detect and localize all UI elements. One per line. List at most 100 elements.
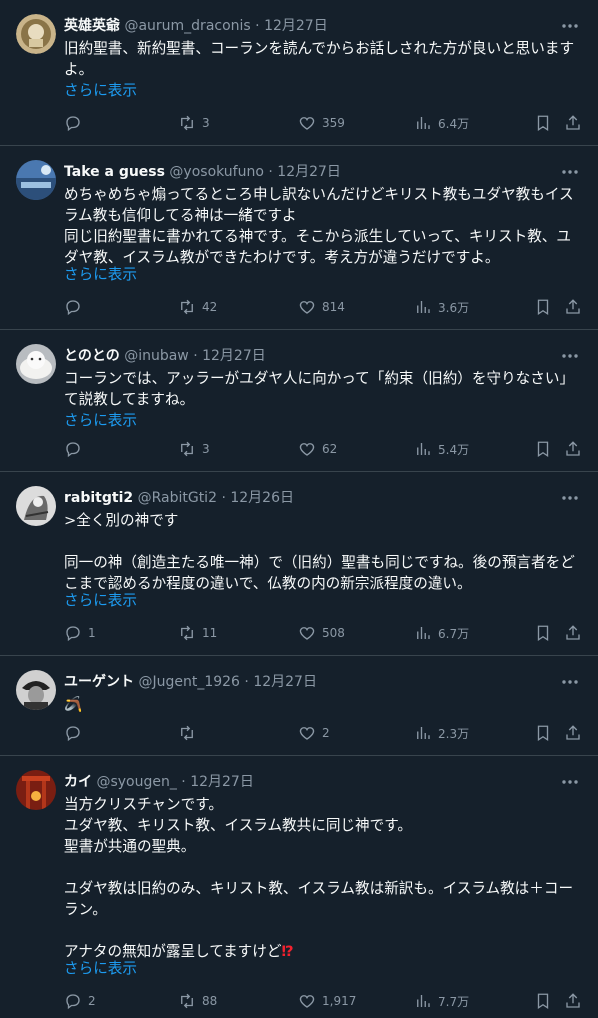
tweet-text: 当方クリスチャンです。 ユダヤ教、キリスト教、イスラム教共に同じ神です。 聖書が…	[64, 794, 582, 962]
reply-count: 1	[88, 626, 96, 640]
bookmark-button[interactable]	[534, 297, 552, 317]
reply-button[interactable]: 1	[64, 623, 96, 643]
views-button[interactable]: 6.7万	[414, 623, 469, 643]
tweet-text: >全く別の神です 同一の神（創造主たる唯一神）で（旧約）聖書も同じですね。後の預…	[64, 512, 575, 592]
tweet[interactable]: Take a guess @yosokufuno · 12月27日 めちゃめちゃ…	[0, 146, 598, 330]
share-button[interactable]	[564, 113, 582, 133]
reply-button[interactable]	[64, 297, 88, 317]
show-more-link[interactable]: さらに表示	[64, 410, 137, 431]
display-name[interactable]: とのとの	[64, 348, 120, 364]
retweet-button[interactable]: 11	[178, 623, 217, 643]
share-button[interactable]	[564, 723, 582, 743]
display-name[interactable]: 英雄英爺	[64, 18, 120, 34]
separator-dot: ·	[255, 18, 260, 34]
retweet-count: 88	[202, 994, 218, 1008]
bookmark-button[interactable]	[534, 991, 552, 1011]
retweet-button[interactable]: 42	[178, 297, 217, 317]
like-button[interactable]: 359	[298, 113, 345, 133]
views-button[interactable]: 2.3万	[414, 723, 469, 743]
bookmark-button[interactable]	[534, 723, 552, 743]
share-button[interactable]	[564, 439, 582, 459]
share-button[interactable]	[564, 623, 582, 643]
show-more-link[interactable]: さらに表示	[64, 264, 137, 285]
views-button[interactable]: 6.4万	[414, 113, 469, 133]
like-button[interactable]: 814	[298, 297, 345, 317]
separator-dot: ·	[268, 164, 273, 180]
tweet-date[interactable]: 12月27日	[277, 164, 341, 180]
avatar[interactable]	[16, 670, 56, 710]
display-name[interactable]: Take a guess	[64, 164, 165, 180]
more-options-icon[interactable]	[560, 162, 580, 182]
user-handle[interactable]: @RabitGti2	[138, 490, 217, 506]
retweet-count: 3	[202, 116, 210, 130]
tweet[interactable]: 英雄英爺 @aurum_draconis · 12月27日 旧約聖書、新約聖書、…	[0, 0, 598, 146]
tweet[interactable]: ユーゲント @Jugent_1926 · 12月27日 🪃 2 2.3万	[0, 656, 598, 756]
view-count: 2.3万	[438, 726, 470, 741]
tweet-date[interactable]: 12月27日	[264, 18, 328, 34]
user-handle[interactable]: @yosokufuno	[169, 164, 264, 180]
retweet-button[interactable]: 3	[178, 439, 210, 459]
tweet-date[interactable]: 12月27日	[202, 348, 266, 364]
bookmark-icon	[537, 299, 549, 316]
avatar[interactable]	[16, 160, 56, 200]
like-button[interactable]: 508	[298, 623, 345, 643]
like-button[interactable]: 62	[298, 439, 337, 459]
more-options-icon[interactable]	[560, 672, 580, 692]
display-name[interactable]: ユーゲント	[64, 674, 134, 690]
tweet-date[interactable]: 12月27日	[190, 774, 254, 790]
retweet-button[interactable]: 88	[178, 991, 217, 1011]
views-button[interactable]: 3.6万	[414, 297, 469, 317]
more-options-icon[interactable]	[560, 16, 580, 36]
share-icon	[566, 625, 580, 640]
tweet-header: rabitgti2 @RabitGti2 · 12月26日	[64, 488, 582, 508]
tweet-header: とのとの @inubaw · 12月27日	[64, 346, 582, 366]
show-more-link[interactable]: さらに表示	[64, 958, 137, 979]
bookmark-icon	[537, 441, 549, 458]
user-handle[interactable]: @inubaw	[124, 348, 189, 364]
views-button[interactable]: 7.7万	[414, 991, 469, 1011]
user-handle[interactable]: @Jugent_1926	[138, 674, 240, 690]
like-count: 1,917	[322, 994, 357, 1008]
bookmark-button[interactable]	[534, 623, 552, 643]
more-options-icon[interactable]	[560, 346, 580, 366]
reply-icon	[66, 116, 80, 132]
tweet-header: 英雄英爺 @aurum_draconis · 12月27日	[64, 16, 582, 36]
retweet-button[interactable]: 3	[178, 113, 210, 133]
heart-icon	[299, 995, 315, 1008]
display-name[interactable]: カイ	[64, 774, 92, 790]
tweet-actions: 3 62 5.4万	[64, 439, 584, 459]
user-handle[interactable]: @aurum_draconis	[124, 18, 250, 34]
reply-button[interactable]	[64, 113, 88, 133]
display-name[interactable]: rabitgti2	[64, 490, 133, 506]
reply-button[interactable]	[64, 723, 88, 743]
show-more-link[interactable]: さらに表示	[64, 80, 137, 101]
view-count: 5.4万	[438, 442, 470, 457]
separator-dot: ·	[221, 490, 226, 506]
tweet[interactable]: カイ @syougen_ · 12月27日 当方クリスチャンです。 ユダヤ教、キ…	[0, 756, 598, 1018]
retweet-button[interactable]	[178, 723, 202, 743]
like-button[interactable]: 1,917	[298, 991, 356, 1011]
avatar[interactable]	[16, 14, 56, 54]
reply-button[interactable]: 2	[64, 991, 96, 1011]
user-handle[interactable]: @syougen_	[96, 774, 176, 790]
bookmark-button[interactable]	[534, 439, 552, 459]
more-options-icon[interactable]	[560, 488, 580, 508]
like-button[interactable]: 2	[298, 723, 330, 743]
views-button[interactable]: 5.4万	[414, 439, 469, 459]
reply-button[interactable]	[64, 439, 88, 459]
share-icon	[566, 993, 580, 1008]
tweet-date[interactable]: 12月26日	[230, 490, 294, 506]
avatar[interactable]	[16, 344, 56, 384]
avatar[interactable]	[16, 770, 56, 810]
tweet-date[interactable]: 12月27日	[253, 674, 317, 690]
share-button[interactable]	[564, 991, 582, 1011]
show-more-link[interactable]: さらに表示	[64, 590, 137, 611]
avatar[interactable]	[16, 486, 56, 526]
more-options-icon[interactable]	[560, 772, 580, 792]
tweet[interactable]: とのとの @inubaw · 12月27日 コーランでは、アッラーがユダヤ人に向…	[0, 330, 598, 472]
like-count: 814	[322, 300, 345, 314]
bookmark-button[interactable]	[534, 113, 552, 133]
tweet[interactable]: rabitgti2 @RabitGti2 · 12月26日 >全く別の神です 同…	[0, 472, 598, 656]
heart-icon	[299, 117, 315, 130]
share-button[interactable]	[564, 297, 582, 317]
